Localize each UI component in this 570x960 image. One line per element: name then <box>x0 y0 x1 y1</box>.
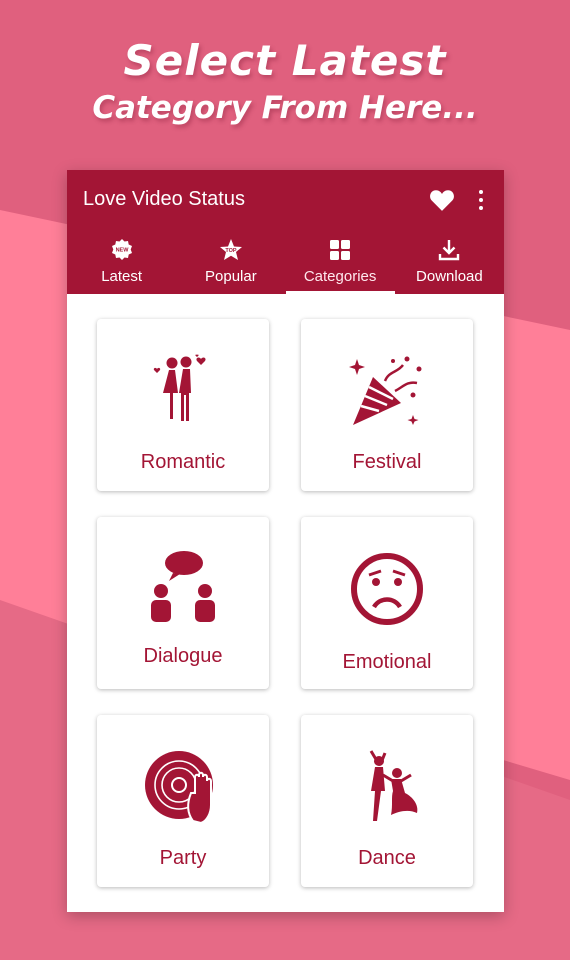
tab-categories[interactable]: Categories <box>285 232 395 294</box>
category-card-romantic[interactable]: Romantic <box>97 319 269 491</box>
category-card-emotional[interactable]: Emotional <box>301 517 473 689</box>
category-label: Romantic <box>140 451 226 473</box>
tab-label: Download <box>416 268 483 285</box>
download-icon <box>439 240 460 261</box>
sad-face-icon <box>351 553 423 625</box>
category-label: Party <box>159 847 207 869</box>
category-card-festival[interactable]: Festival <box>301 319 473 491</box>
app-screen: Love Video Status NEW Latest TOP Popular <box>67 170 504 912</box>
app-bar: Love Video Status NEW Latest TOP Popular <box>67 170 504 294</box>
dancing-couple-icon <box>369 750 418 821</box>
top-star-icon: TOP <box>219 239 242 260</box>
svg-text:TOP: TOP <box>225 248 237 254</box>
grid-icon <box>330 240 351 260</box>
tab-label: Latest <box>101 268 143 285</box>
tab-bar: NEW Latest TOP Popular Categories Downlo… <box>67 232 504 294</box>
category-card-dance[interactable]: Dance <box>301 715 473 887</box>
tab-label: Popular <box>205 268 257 285</box>
category-card-party[interactable]: Party <box>97 715 269 887</box>
svg-text:NEW: NEW <box>115 248 129 254</box>
tab-latest[interactable]: NEW Latest <box>67 232 176 294</box>
category-card-dialogue[interactable]: Dialogue <box>97 517 269 689</box>
dj-disc-icon <box>145 751 213 825</box>
party-popper-icon <box>349 356 422 425</box>
more-options-icon[interactable] <box>471 188 491 212</box>
couple-icon <box>153 354 206 421</box>
category-label: Dialogue <box>143 645 223 667</box>
active-tab-indicator <box>285 291 395 294</box>
favorite-heart-icon[interactable] <box>429 188 455 212</box>
tab-label: Categories <box>303 268 377 285</box>
new-badge-icon: NEW <box>111 239 132 260</box>
category-label: Emotional <box>342 651 432 673</box>
app-title: Love Video Status <box>83 188 245 210</box>
conversation-icon <box>151 551 215 622</box>
promo-headline: Select Latest <box>123 36 447 85</box>
tab-popular[interactable]: TOP Popular <box>176 232 285 294</box>
category-label: Festival <box>352 451 422 473</box>
category-label: Dance <box>358 847 416 869</box>
promo-subheadline: Category From Here... <box>92 90 478 126</box>
tab-download[interactable]: Download <box>395 232 504 294</box>
